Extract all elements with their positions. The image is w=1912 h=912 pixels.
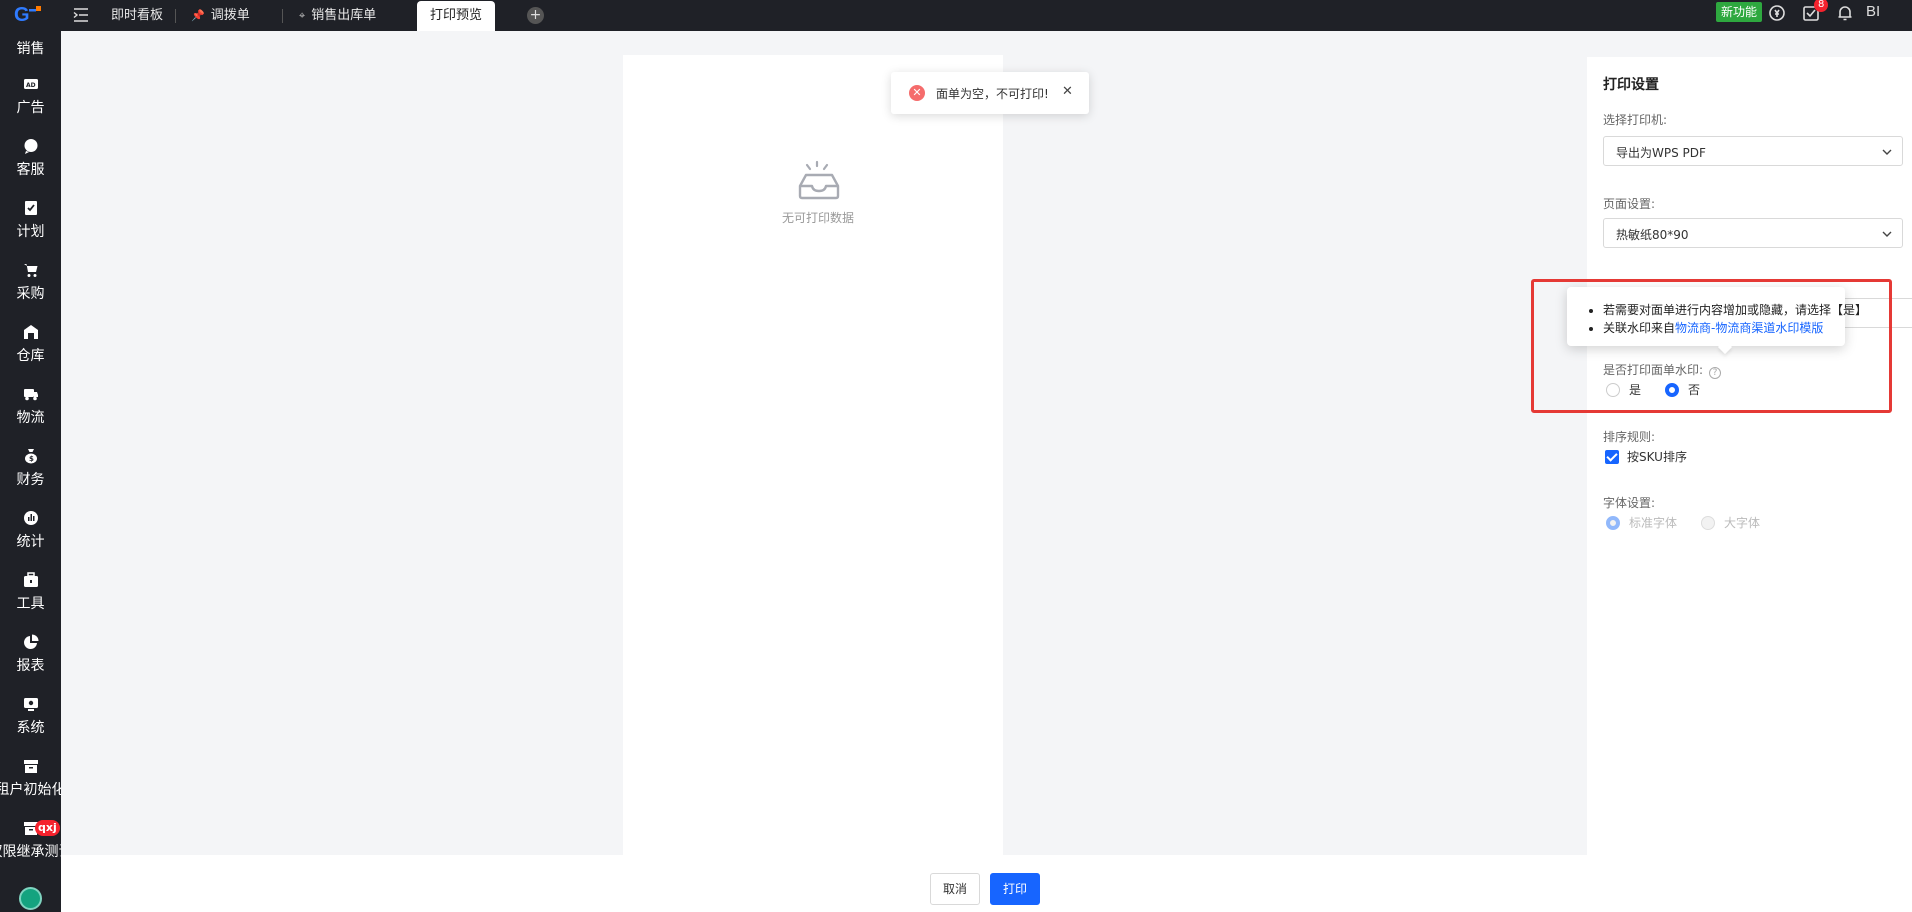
cart-icon <box>23 264 37 277</box>
page-size-select[interactable]: 热敏纸80*90 <box>1603 218 1903 248</box>
font-large-radio[interactable]: 大字体 <box>1701 514 1760 531</box>
tab-divider <box>175 9 176 23</box>
printer-label: 选择打印机: <box>1603 113 1668 127</box>
svg-text:$: $ <box>29 455 34 463</box>
bell-icon[interactable] <box>1836 4 1854 22</box>
sidebar-item-ad[interactable]: AD 广告 <box>0 76 61 134</box>
sidebar-item-warehouse[interactable]: 仓库 <box>0 324 61 382</box>
svg-text:G: G <box>14 4 30 25</box>
help-icon[interactable]: ? <box>1709 367 1722 379</box>
notification-badge: 8 <box>1814 0 1829 12</box>
watermark-help-tooltip: 若需要对面单进行内容增加或隐藏，请选择【是】 关联水印来自物流商-物流商渠道水印… <box>1567 287 1867 346</box>
toolbox-icon <box>23 572 38 587</box>
watermark-no-radio[interactable]: 否 <box>1665 381 1700 398</box>
pin-outline-icon[interactable]: ⌖ <box>299 0 305 31</box>
archive-icon <box>23 760 38 773</box>
sidebar: G 销售 AD 广告 客服 计划 采购 仓库 物流 $ 财务 统计 工具 报表 … <box>0 0 61 912</box>
add-tab-button[interactable]: + <box>527 7 544 24</box>
printer-select[interactable]: 导出为WPS PDF <box>1603 136 1903 166</box>
printer-select-value: 导出为WPS PDF <box>1616 146 1706 160</box>
checkbox-checked <box>1605 449 1619 464</box>
money-bag-icon: $ <box>24 449 37 464</box>
truck-icon <box>23 389 38 401</box>
sidebar-item-stats[interactable]: 统计 <box>0 510 61 568</box>
menu-toggle-icon[interactable] <box>73 8 89 22</box>
system-icon <box>23 698 38 711</box>
svg-text:AD: AD <box>26 82 36 89</box>
toast-close-icon[interactable]: ✕ <box>1062 84 1073 99</box>
app-logo-icon[interactable]: G <box>14 3 48 25</box>
tab-print-preview[interactable]: 打印预览 <box>417 1 496 31</box>
sidebar-item-tools[interactable]: 工具 <box>0 572 61 630</box>
pie-chart-icon <box>23 634 38 649</box>
empty-inbox-icon <box>798 160 840 200</box>
sidebar-item-system[interactable]: 系统 <box>0 696 61 754</box>
print-settings-panel: 打印设置 选择打印机: 导出为WPS PDF 页面设置: 热敏纸80*90 是否… <box>1587 57 1912 855</box>
sidebar-item-reports[interactable]: 报表 <box>0 634 61 692</box>
chat-icon <box>24 139 37 154</box>
tooltip-line: 若需要对面单进行内容增加或隐藏，请选择【是】 <box>1603 301 1867 319</box>
tab-transfer-order[interactable]: 📌 调拨单 <box>191 0 250 31</box>
user-avatar[interactable] <box>19 887 42 910</box>
font-settings-label: 字体设置: <box>1603 496 1656 510</box>
radio-circle-selected <box>1606 515 1620 530</box>
watermark-label: 是否打印面单水印:? <box>1603 361 1722 379</box>
sidebar-item-purchase[interactable]: 采购 <box>0 262 61 320</box>
sort-rule-label: 排序规则: <box>1603 430 1656 444</box>
toast-message: 面单为空，不可打印! <box>936 87 1049 101</box>
new-feature-button[interactable]: 新功能 <box>1716 2 1763 22</box>
tab-divider <box>282 9 283 23</box>
tooltip-line: 关联水印来自物流商-物流商渠道水印模版 <box>1603 319 1867 337</box>
error-toast: ✕ 面单为空，不可打印! ✕ <box>891 72 1089 114</box>
stats-icon <box>23 511 38 525</box>
pin-icon[interactable]: 📌 <box>191 0 205 31</box>
sidebar-item-logistics[interactable]: 物流 <box>0 386 61 444</box>
top-tab-bar: 即时看板 📌 调拨单 ⌖ 销售出库单 打印预览 + 新功能 8 BI <box>61 0 1912 31</box>
sidebar-item-finance[interactable]: $ 财务 <box>0 448 61 506</box>
page-settings-label: 页面设置: <box>1603 197 1656 211</box>
error-icon: ✕ <box>909 85 925 101</box>
watermark-template-link[interactable]: 物流商-物流商渠道水印模版 <box>1675 321 1823 335</box>
chevron-down-icon <box>1882 231 1892 237</box>
ad-icon: AD <box>23 79 38 89</box>
tab-dashboard[interactable]: 即时看板 <box>111 0 163 31</box>
sidebar-item-tenant-init[interactable]: 租户初始化 <box>0 758 61 816</box>
sidebar-item-plan[interactable]: 计划 <box>0 200 61 258</box>
radio-circle <box>1606 382 1620 397</box>
empty-state-text: 无可打印数据 <box>781 211 854 225</box>
panel-title: 打印设置 <box>1603 77 1659 93</box>
tab-sales-outbound[interactable]: ⌖ 销售出库单 <box>299 0 376 31</box>
cancel-button[interactable]: 取消 <box>930 873 981 905</box>
sidebar-item-service[interactable]: 客服 <box>0 138 61 196</box>
chevron-down-icon <box>1882 149 1892 155</box>
sidebar-badge: qxj <box>35 820 60 836</box>
bi-link[interactable]: BI <box>1866 3 1880 20</box>
sort-by-sku-checkbox[interactable]: 按SKU排序 <box>1605 448 1687 465</box>
page-size-select-value: 热敏纸80*90 <box>1616 228 1689 242</box>
radio-circle <box>1701 515 1715 530</box>
font-standard-radio[interactable]: 标准字体 <box>1606 514 1677 531</box>
currency-icon[interactable] <box>1768 4 1786 22</box>
warehouse-icon <box>23 325 38 339</box>
plan-icon <box>24 201 37 215</box>
radio-circle-selected <box>1665 382 1679 397</box>
footer-bar <box>61 855 1912 912</box>
print-button[interactable]: 打印 <box>990 873 1041 905</box>
watermark-yes-radio[interactable]: 是 <box>1606 381 1641 398</box>
sidebar-item-permission-test[interactable]: 权限继承测试 qxj <box>0 820 61 878</box>
